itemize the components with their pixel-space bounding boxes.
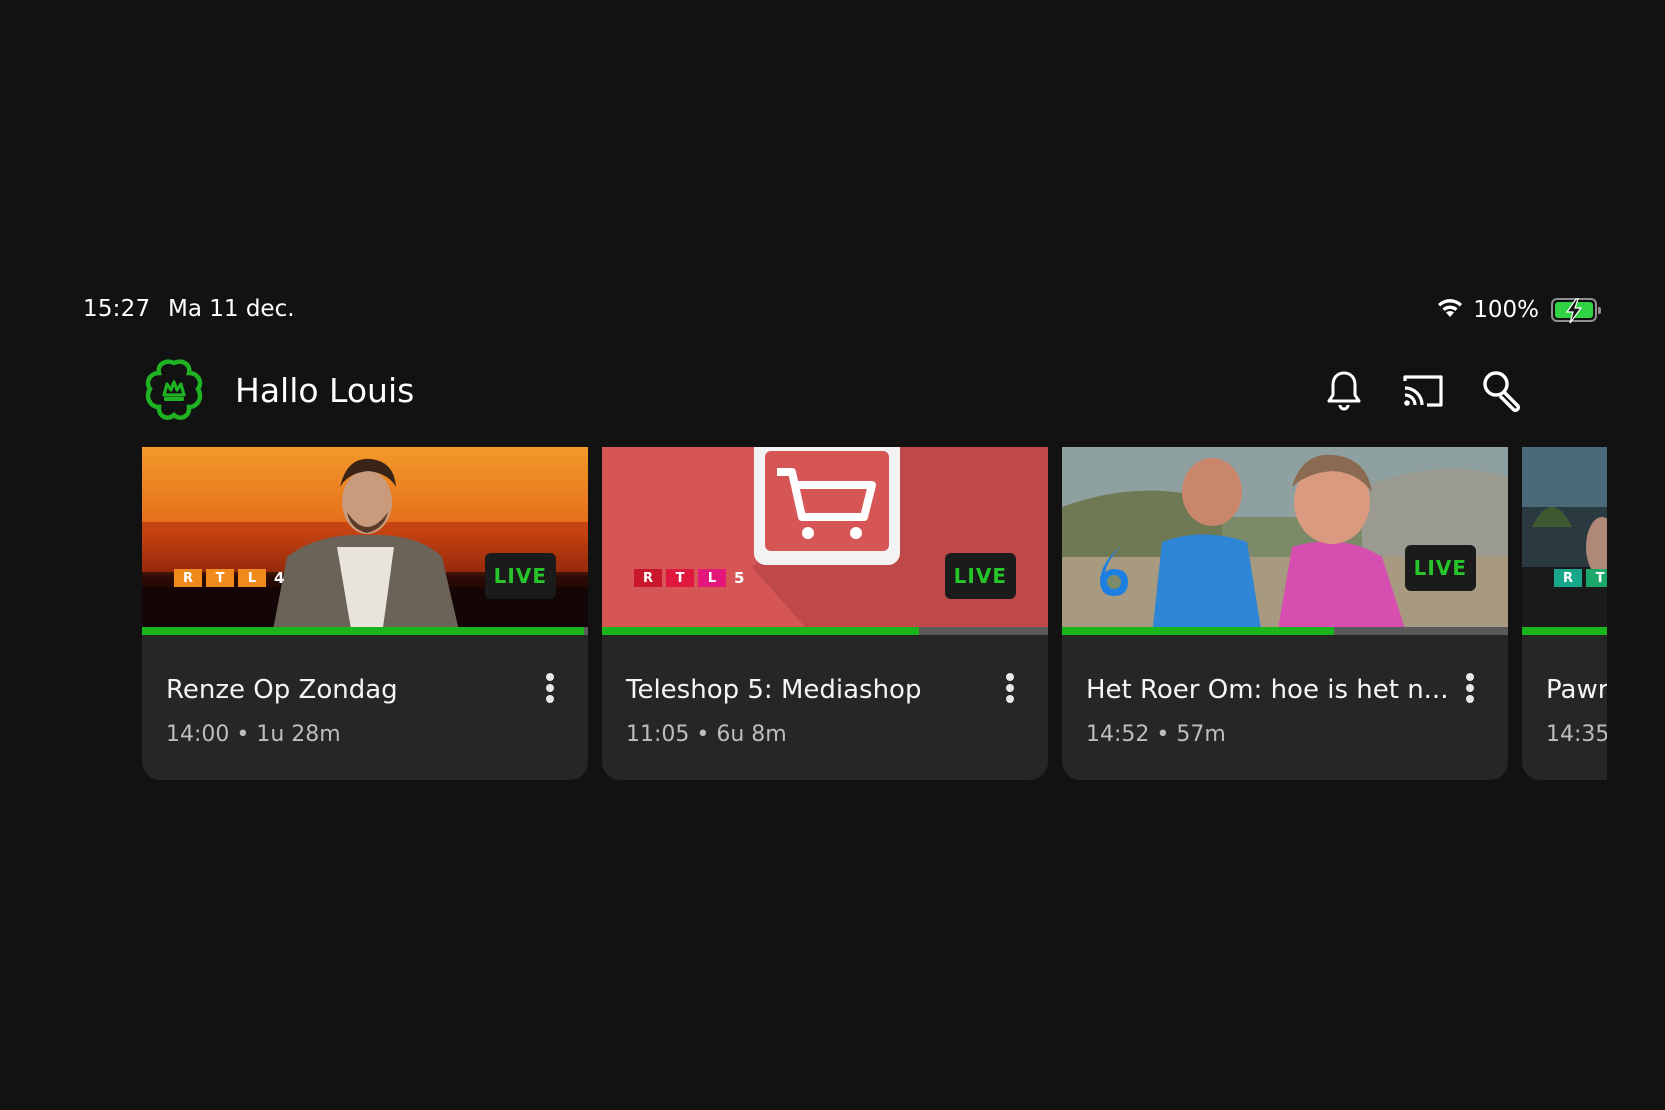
progress-fill (602, 627, 919, 635)
channel-letter: T (1586, 569, 1607, 587)
progress-fill (142, 627, 584, 635)
program-title: Pawr (1546, 675, 1607, 705)
channel-letter: T (206, 569, 234, 587)
channel-logo: R T (1554, 569, 1607, 587)
channel-number: 4 (274, 569, 285, 587)
progress-bar (1062, 627, 1508, 635)
program-card[interactable]: R T Pawr 14:35 (1522, 447, 1607, 780)
channel-letter: L (238, 569, 266, 587)
program-meta: 14:35 (1546, 722, 1607, 747)
program-title: Teleshop 5: Mediashop (626, 675, 922, 705)
program-meta: 14:52 • 57m (1086, 722, 1226, 747)
live-badge: LIVE (944, 553, 1016, 599)
app-header: Hallo Louis (0, 355, 1665, 430)
program-thumbnail: R T L 4 LIVE (142, 447, 588, 635)
channel-number: 5 (734, 569, 745, 587)
wifi-icon (1435, 296, 1465, 324)
more-options-icon[interactable] (1002, 673, 1018, 707)
program-thumbnail: R T (1522, 447, 1607, 635)
search-icon[interactable] (1478, 367, 1526, 415)
progress-fill (1062, 627, 1335, 635)
program-meta: 11:05 • 6u 8m (626, 722, 787, 747)
channel-logo (1100, 546, 1128, 596)
channel-letter: R (174, 569, 202, 587)
program-thumbnail: LIVE (1062, 447, 1508, 635)
progress-fill (1522, 627, 1607, 635)
program-title: Het Roer Om: hoe is het n... (1086, 675, 1449, 705)
program-thumbnail: R T L 5 LIVE (602, 447, 1048, 635)
channel-letter: L (698, 569, 726, 587)
channel-logo: R T L 4 (174, 569, 284, 587)
progress-bar (602, 627, 1048, 635)
program-meta: 14:00 • 1u 28m (166, 722, 341, 747)
kpn-logo[interactable] (143, 357, 205, 423)
program-card[interactable]: R T L 4 LIVE Renze Op Zondag 14:00 • 1u … (142, 447, 588, 780)
channel-logo: R T L 5 (634, 569, 744, 587)
program-title: Renze Op Zondag (166, 675, 398, 705)
live-badge: LIVE (484, 553, 556, 599)
program-card[interactable]: LIVE Het Roer Om: hoe is het n... 14:52 … (1062, 447, 1508, 780)
channel-letter: R (1554, 569, 1582, 587)
battery-percent: 100% (1473, 297, 1539, 323)
battery-cap (1598, 307, 1601, 314)
more-options-icon[interactable] (1462, 673, 1478, 707)
program-card[interactable]: R T L 5 LIVE Teleshop 5: Mediashop 11:05… (602, 447, 1048, 780)
more-options-icon[interactable] (542, 673, 558, 707)
live-badge: LIVE (1404, 545, 1476, 591)
cast-icon[interactable] (1399, 367, 1447, 415)
status-indicators: 100% (1435, 296, 1601, 324)
progress-bar (1522, 627, 1607, 635)
battery-icon (1551, 298, 1601, 324)
status-time: 15:27 (83, 296, 151, 322)
greeting: Hallo Louis (235, 371, 415, 410)
status-bar: 15:27 Ma 11 dec. 100% (0, 296, 1665, 336)
channel-letter: R (634, 569, 662, 587)
live-row: R T L 4 LIVE Renze Op Zondag 14:00 • 1u … (142, 447, 1607, 780)
progress-bar (142, 627, 588, 635)
bell-icon[interactable] (1320, 367, 1368, 415)
status-date: Ma 11 dec. (168, 296, 295, 322)
channel-letter: T (666, 569, 694, 587)
